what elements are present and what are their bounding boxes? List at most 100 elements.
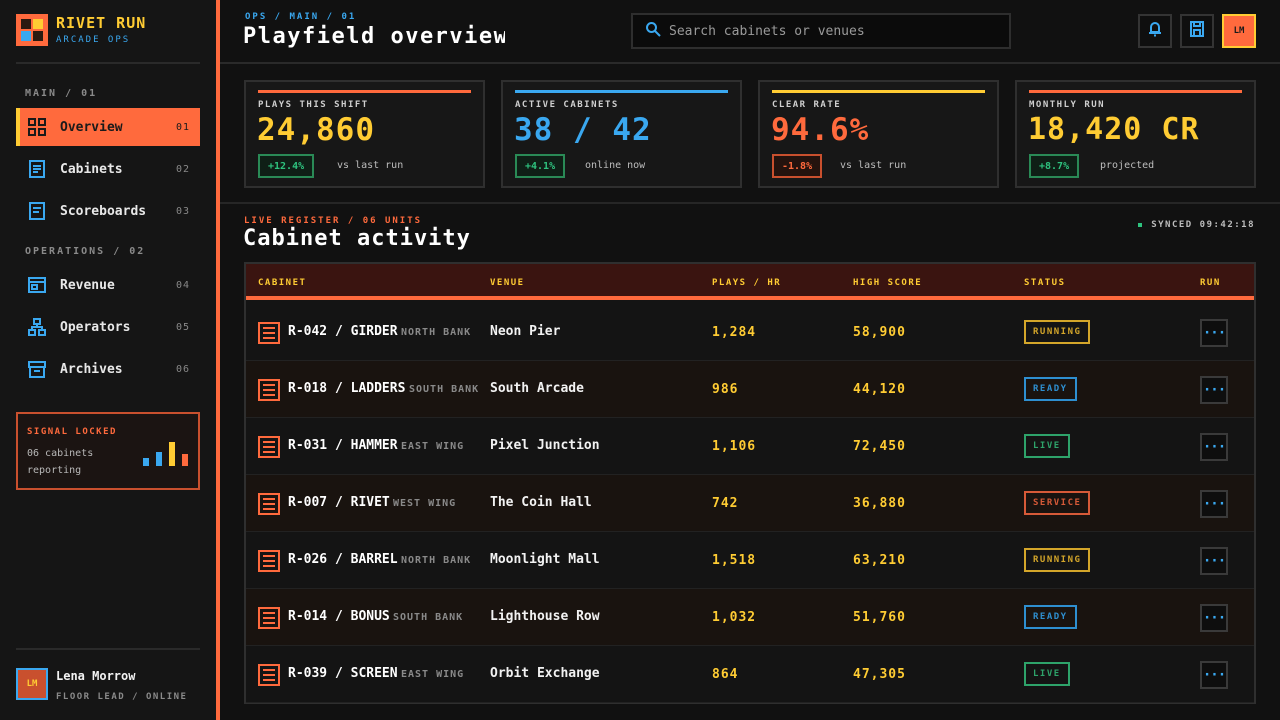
cabinet-name[interactable]: R-007 / RIVET — [288, 495, 390, 510]
status-badge: LIVE — [1024, 662, 1070, 686]
venue-name: Neon Pier — [490, 324, 561, 339]
row-actions-button[interactable]: ··· — [1200, 376, 1228, 404]
save-layout-button[interactable] — [1180, 14, 1214, 48]
sidebar-item-label: Cabinets — [60, 161, 123, 177]
sidebar-item-number: 01 — [175, 121, 190, 133]
table-row[interactable]: R-026 / BARREL NORTH BANK Moonlight Mall 1,… — [246, 532, 1254, 589]
user-profile[interactable]: LM Lena Morrow FLOOR LEAD / ONLINE — [16, 668, 187, 702]
search-input[interactable] — [669, 23, 989, 39]
brand-logo-icon — [16, 14, 48, 46]
kpi-label: PLAYS THIS SHIFT — [258, 100, 369, 110]
column-header-plays[interactable]: PLAYS / HR — [712, 278, 781, 288]
page-title: Playfield overview — [243, 24, 505, 49]
sidebar-divider — [16, 648, 200, 650]
kpi-card-plays: PLAYS THIS SHIFT 24,860 +12.4% vs last r… — [244, 80, 485, 188]
table-row[interactable]: R-031 / HAMMER EAST WING Pixel Junction 1,1… — [246, 418, 1254, 475]
table-row[interactable]: R-007 / RIVET WEST WING The Coin Hall 742 36… — [246, 475, 1254, 532]
status-badge: READY — [1024, 605, 1077, 629]
column-header-run: RUN — [1200, 278, 1221, 288]
breadcrumb[interactable]: OPS / MAIN / 01 — [245, 12, 356, 22]
signal-title: SIGNAL LOCKED — [27, 427, 117, 437]
row-actions-button[interactable]: ··· — [1200, 547, 1228, 575]
table-row[interactable]: R-042 / GIRDER NORTH BANK Neon Pier 1,284 58… — [246, 304, 1254, 361]
sidebar-item-cabinets[interactable]: Cabinets 02 — [16, 150, 200, 188]
cabinet-zone: NORTH BANK — [401, 555, 472, 566]
plays-per-hour: 742 — [712, 496, 739, 511]
venue-name: Lighthouse Row — [490, 609, 600, 624]
venue-name: Orbit Exchange — [490, 666, 600, 681]
sidebar-item-revenue[interactable]: Revenue 04 — [16, 266, 200, 304]
cabinet-name[interactable]: R-014 / BONUS — [288, 609, 390, 624]
row-actions-button[interactable]: ··· — [1200, 433, 1228, 461]
brand[interactable]: RIVET RUN ARCADE OPS — [16, 14, 146, 46]
more-dots-icon: ··· — [1202, 496, 1226, 512]
column-header-high-score[interactable]: HIGH SCORE — [853, 278, 922, 288]
column-header-status[interactable]: STATUS — [1024, 278, 1066, 288]
section-eyebrow: LIVE REGISTER / 06 UNITS — [244, 216, 423, 226]
venue-name: The Coin Hall — [490, 495, 592, 510]
grid-icon — [28, 118, 46, 136]
kpi-delta-badge: -1.8% — [772, 154, 823, 178]
notifications-button[interactable] — [1138, 14, 1172, 48]
sidebar-section-main: MAIN / 01 — [25, 88, 98, 99]
cabinet-zone: WEST WING — [393, 498, 457, 509]
sidebar-divider — [16, 62, 200, 64]
sync-dot-icon — [1138, 223, 1143, 227]
kpi-accent-bar — [772, 90, 985, 93]
sidebar-item-operators[interactable]: Operators 05 — [16, 308, 200, 346]
column-header-cabinet[interactable]: CABINET — [258, 278, 306, 288]
kpi-label: CLEAR RATE — [772, 100, 842, 110]
column-header-venue[interactable]: VENUE — [490, 278, 525, 288]
brand-title: RIVET RUN — [56, 14, 147, 32]
row-actions-button[interactable]: ··· — [1200, 661, 1228, 689]
search-box[interactable] — [631, 13, 1011, 49]
row-actions-button[interactable]: ··· — [1200, 490, 1228, 518]
sync-status-text: SYNCED 09:42:18 — [1151, 220, 1255, 230]
row-actions-button[interactable]: ··· — [1200, 604, 1228, 632]
row-actions-button[interactable]: ··· — [1200, 319, 1228, 347]
header-avatar[interactable]: LM — [1222, 14, 1256, 48]
user-role: FLOOR LEAD / ONLINE — [56, 692, 188, 702]
sidebar: RIVET RUN ARCADE OPS MAIN / 01 Overview … — [0, 0, 216, 720]
cabinet-name[interactable]: R-042 / GIRDER — [288, 324, 398, 339]
archive-icon — [28, 360, 46, 378]
high-score: 47,305 — [853, 667, 906, 682]
sync-status: SYNCED 09:42:18 — [1138, 220, 1255, 230]
user-name: Lena Morrow — [56, 669, 136, 683]
table-row[interactable]: R-018 / LADDERS SOUTH BANK South Arcade 986… — [246, 361, 1254, 418]
more-dots-icon: ··· — [1202, 667, 1226, 683]
plays-per-hour: 864 — [712, 667, 739, 682]
cabinet-name[interactable]: R-031 / HAMMER — [288, 438, 398, 453]
cabinet-zone: NORTH BANK — [401, 327, 472, 338]
table-header: CABINET VENUE PLAYS / HR HIGH SCORE STAT… — [246, 264, 1254, 300]
cabinet-name[interactable]: R-026 / BARREL — [288, 552, 398, 567]
high-score: 36,880 — [853, 496, 906, 511]
cabinet-activity-table: CABINET VENUE PLAYS / HR HIGH SCORE STAT… — [244, 262, 1256, 704]
sidebar-item-number: 02 — [175, 163, 190, 175]
kpi-value: 24,860 — [257, 112, 375, 148]
table-row[interactable]: R-039 / SCREEN EAST WING Orbit Exchange 864… — [246, 646, 1254, 703]
sidebar-item-label: Overview — [60, 119, 123, 135]
sidebar-item-label: Revenue — [60, 277, 115, 293]
cabinet-name[interactable]: R-039 / SCREEN — [288, 666, 398, 681]
document-icon — [28, 160, 46, 178]
section-title: Cabinet activity — [243, 226, 471, 251]
header: OPS / MAIN / 01 Playfield overview LM — [220, 0, 1280, 64]
search-icon — [645, 21, 661, 41]
sidebar-item-number: 06 — [175, 363, 190, 375]
more-dots-icon: ··· — [1202, 553, 1226, 569]
status-badge: RUNNING — [1024, 548, 1091, 572]
sidebar-section-operations: OPERATIONS / 02 — [25, 246, 146, 257]
plays-per-hour: 1,284 — [712, 325, 757, 340]
cabinet-icon — [258, 322, 280, 344]
table-row[interactable]: R-014 / BONUS SOUTH BANK Lighthouse Row 1,0… — [246, 589, 1254, 646]
kpi-note: vs last run — [840, 160, 907, 171]
sidebar-item-overview[interactable]: Overview 01 — [16, 108, 200, 146]
cabinet-name[interactable]: R-018 / LADDERS — [288, 381, 405, 396]
sidebar-item-number: 04 — [175, 279, 190, 291]
sidebar-item-archives[interactable]: Archives 06 — [16, 350, 200, 388]
kpi-note: projected — [1100, 160, 1155, 171]
sidebar-item-scoreboards[interactable]: Scoreboards 03 — [16, 192, 200, 230]
sidebar-item-number: 03 — [175, 205, 190, 217]
status-badge: READY — [1024, 377, 1077, 401]
